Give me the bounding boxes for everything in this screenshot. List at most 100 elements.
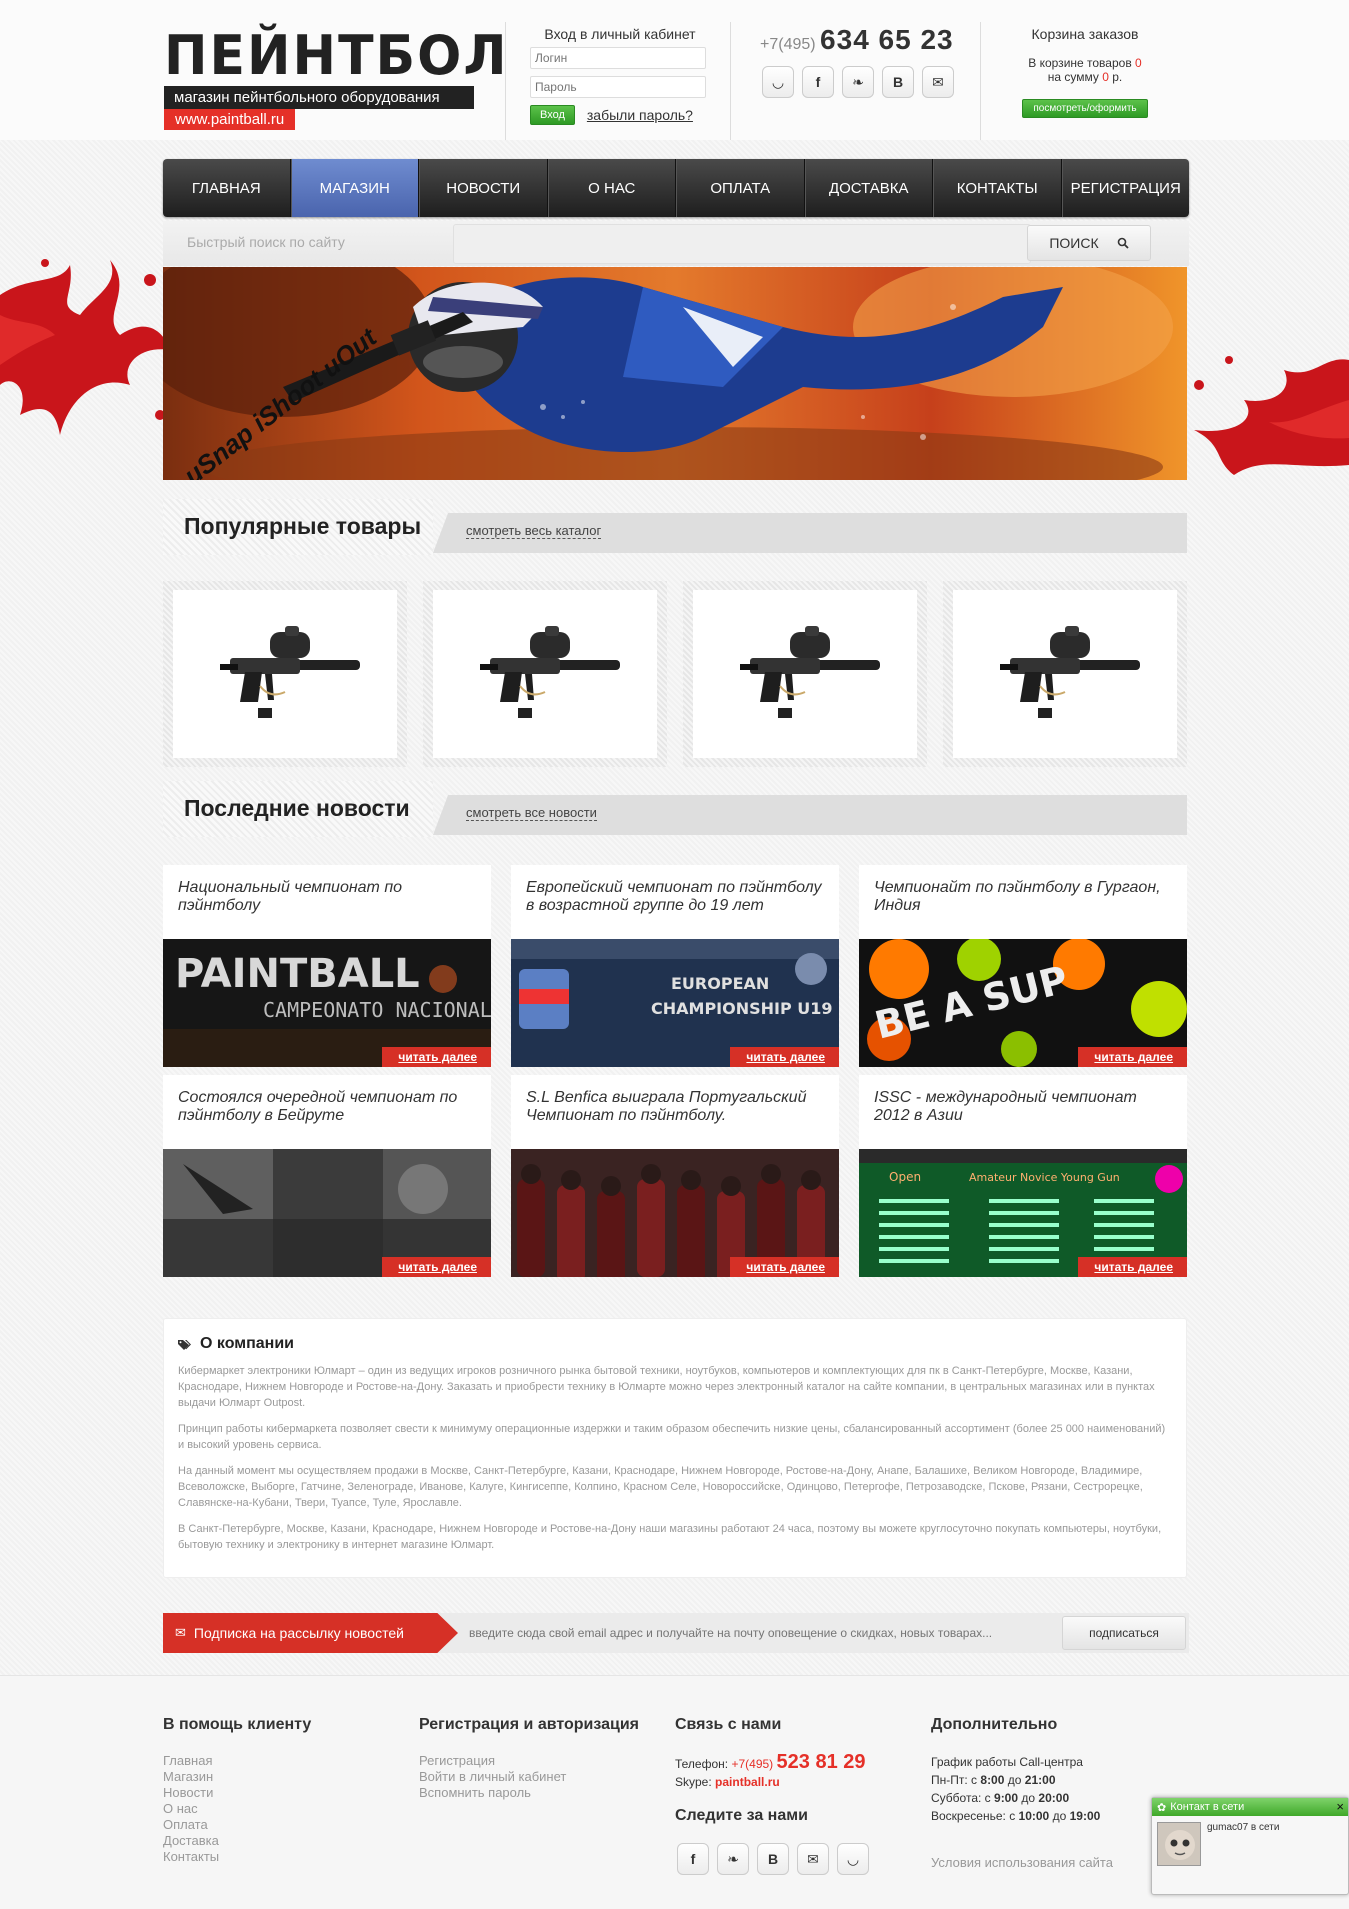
schedule-day: Воскресенье: bbox=[931, 1809, 1006, 1823]
footer-link[interactable]: Новости bbox=[163, 1785, 413, 1801]
footer-link[interactable]: Войти в личный кабинет bbox=[419, 1769, 669, 1785]
news-card-image[interactable]: BE A SUP читать далее bbox=[859, 939, 1187, 1067]
footer-phone-number: 523 81 29 bbox=[776, 1751, 866, 1773]
nav-item[interactable]: НОВОСТИ bbox=[419, 159, 548, 217]
schedule-rows: Пн-Пт: с 8:00 до 21:00 Суббота: с 9:00 до… bbox=[931, 1771, 1181, 1825]
facebook-icon[interactable]: f bbox=[677, 1843, 709, 1875]
footer-link[interactable]: Доставка bbox=[163, 1833, 413, 1849]
mail-icon[interactable]: ✉ bbox=[922, 66, 954, 98]
news-card[interactable]: Чемпионайт по пэйнтболу в Гургаон, Индия… bbox=[859, 865, 1187, 1067]
footer-link[interactable]: Оплата bbox=[163, 1817, 413, 1833]
twitter-icon[interactable]: ❧ bbox=[717, 1843, 749, 1875]
footer: В помощь клиенту Главная Магазин Новости О … bbox=[0, 1675, 1349, 1909]
nav-item[interactable]: МАГАЗИН bbox=[290, 159, 419, 217]
nav-item[interactable]: ГЛАВНАЯ bbox=[163, 159, 291, 217]
news-card-title[interactable]: Чемпионайт по пэйнтболу в Гургаон, Индия bbox=[874, 879, 1174, 915]
password-field[interactable] bbox=[530, 76, 706, 98]
schedule-day: Пн-Пт: bbox=[931, 1773, 968, 1787]
view-catalog-link[interactable]: смотреть весь каталог bbox=[466, 523, 602, 539]
footer-col-title: В помощь клиенту bbox=[163, 1716, 312, 1733]
terms-link[interactable]: Условия использования сайта bbox=[931, 1855, 1181, 1870]
rss-icon[interactable]: ◡ bbox=[837, 1843, 869, 1875]
about-title: О компании bbox=[200, 1335, 294, 1352]
news-card[interactable]: Национальный чемпионат по пэйнтболу PAIN… bbox=[163, 865, 491, 1067]
news-card-image[interactable]: EUROPEAN CHAMPIONSHIP U19 читать далее bbox=[511, 939, 839, 1067]
read-more-link[interactable]: читать далее bbox=[1078, 1047, 1187, 1067]
about-paragraph: На данный момент мы осуществляем продажи… bbox=[178, 1465, 1143, 1509]
cart-count-label: В корзине товаров bbox=[1028, 56, 1132, 70]
tags-icon bbox=[178, 1339, 191, 1350]
nav-item[interactable]: О НАС bbox=[547, 159, 676, 217]
site-logo[interactable]: ПЕЙНТБОЛ магазин пейнтбольного оборудова… bbox=[164, 27, 507, 130]
product-card[interactable] bbox=[163, 581, 407, 767]
product-card[interactable] bbox=[423, 581, 667, 767]
footer-col-help: В помощь клиенту Главная Магазин Новости О … bbox=[163, 1716, 413, 1865]
news-card-image[interactable]: читать далее bbox=[163, 1149, 491, 1277]
schedule-from: 9:00 bbox=[994, 1791, 1019, 1805]
news-card[interactable]: ISSC - международный чемпионат 2012 в Аз… bbox=[859, 1075, 1187, 1277]
footer-link[interactable]: Вспомнить пароль bbox=[419, 1785, 669, 1801]
schedule-row: Суббота: с 9:00 до 20:00 bbox=[931, 1789, 1181, 1807]
cart-currency: р. bbox=[1112, 70, 1123, 84]
read-more-link[interactable]: читать далее bbox=[1078, 1257, 1187, 1277]
news-card-title[interactable]: ISSC - международный чемпионат 2012 в Аз… bbox=[874, 1089, 1174, 1125]
chat-widget[interactable]: ✿ Контакт в сети × gumac07 в сети bbox=[1151, 1797, 1349, 1895]
vkontakte-icon[interactable]: B bbox=[882, 66, 914, 98]
nav-item[interactable]: ОПЛАТА bbox=[676, 159, 805, 217]
paint-splash-right bbox=[1194, 356, 1349, 475]
news-card-image[interactable]: Open Amateur Novice Young Gun читать дал… bbox=[859, 1149, 1187, 1277]
read-more-link[interactable]: читать далее bbox=[730, 1047, 839, 1067]
footer-link[interactable]: Магазин bbox=[163, 1769, 413, 1785]
schedule-from-word: с bbox=[984, 1791, 991, 1805]
schedule-row: Воскресенье: с 10:00 до 19:00 bbox=[931, 1807, 1181, 1825]
footer-skype-value[interactable]: paintball.ru bbox=[715, 1775, 780, 1789]
about-title-row: О компании bbox=[178, 1335, 1172, 1353]
login-button[interactable]: Вход bbox=[530, 105, 575, 125]
subscribe-button[interactable]: подписаться bbox=[1062, 1616, 1186, 1650]
vkontakte-icon[interactable]: B bbox=[757, 1843, 789, 1875]
view-all-news-link[interactable]: смотреть все новости bbox=[466, 805, 597, 821]
news-card-image[interactable]: читать далее bbox=[511, 1149, 839, 1277]
news-card-title[interactable]: Состоялся очередной чемпионат по пэйнтбо… bbox=[178, 1089, 478, 1125]
nav-item[interactable]: КОНТАКТЫ bbox=[933, 159, 1062, 217]
news-card[interactable]: Европейский чемпионат по пэйнтболу в воз… bbox=[511, 865, 839, 1067]
newsletter-label: ✉ Подписка на рассылку новостей bbox=[163, 1613, 458, 1653]
nav-item[interactable]: РЕГИСТРАЦИЯ bbox=[1061, 159, 1190, 217]
read-more-link[interactable]: читать далее bbox=[382, 1257, 491, 1277]
product-card[interactable] bbox=[683, 581, 927, 767]
close-icon[interactable]: × bbox=[1336, 1799, 1344, 1814]
news-card-image[interactable]: PAINTBALL CAMPEONATO NACIONAL читать дал… bbox=[163, 939, 491, 1067]
search-button[interactable]: ПОИСК bbox=[1027, 225, 1151, 261]
read-more-link[interactable]: читать далее bbox=[382, 1047, 491, 1067]
about-paragraph: Кибермаркет электроники Юлмарт – один из… bbox=[178, 1365, 1155, 1409]
news-card-title[interactable]: Европейский чемпионат по пэйнтболу в воз… bbox=[526, 879, 826, 915]
news-section-header: Последние новости смотреть все новости bbox=[163, 781, 1187, 837]
schedule-to: 21:00 bbox=[1024, 1773, 1056, 1787]
footer-link[interactable]: Регистрация bbox=[419, 1753, 669, 1769]
footer-link[interactable]: О нас bbox=[163, 1801, 413, 1817]
twitter-icon[interactable]: ❧ bbox=[842, 66, 874, 98]
header-contacts: +7(495) 634 65 23 ◡ f ❧ B ✉ bbox=[760, 24, 960, 98]
search-input[interactable] bbox=[453, 224, 1031, 264]
footer-link[interactable]: Контакты bbox=[163, 1849, 413, 1865]
news-card-title[interactable]: S.L Benfica выиграла Португальский Чемпи… bbox=[526, 1089, 826, 1125]
news-card[interactable]: Состоялся очередной чемпионат по пэйнтбо… bbox=[163, 1075, 491, 1277]
product-card[interactable] bbox=[943, 581, 1187, 767]
news-card-title[interactable]: Национальный чемпионат по пэйнтболу bbox=[178, 879, 478, 915]
mail-icon[interactable]: ✉ bbox=[797, 1843, 829, 1875]
search-bar: Быстрый поиск по сайту ПОИСК bbox=[163, 221, 1189, 266]
read-more-link[interactable]: читать далее bbox=[730, 1257, 839, 1277]
nav-item[interactable]: ДОСТАВКА bbox=[804, 159, 933, 217]
login-field[interactable] bbox=[530, 47, 706, 69]
view-cart-button[interactable]: посмотреть/оформить bbox=[1022, 99, 1148, 118]
product-image bbox=[953, 590, 1177, 758]
hero-banner[interactable]: uSnap iShoot uOut bbox=[163, 267, 1187, 480]
facebook-icon[interactable]: f bbox=[802, 66, 834, 98]
forgot-password-link[interactable]: забыли пароль? bbox=[587, 107, 693, 123]
footer-col-title: Регистрация и авторизация bbox=[419, 1716, 639, 1733]
news-card[interactable]: S.L Benfica выиграла Португальский Чемпи… bbox=[511, 1075, 839, 1277]
about-paragraph: В Санкт-Петербурге, Москве, Казани, Крас… bbox=[178, 1523, 1162, 1551]
phone-prefix: +7(495) bbox=[760, 36, 816, 53]
rss-icon[interactable]: ◡ bbox=[762, 66, 794, 98]
footer-link[interactable]: Главная bbox=[163, 1753, 413, 1769]
